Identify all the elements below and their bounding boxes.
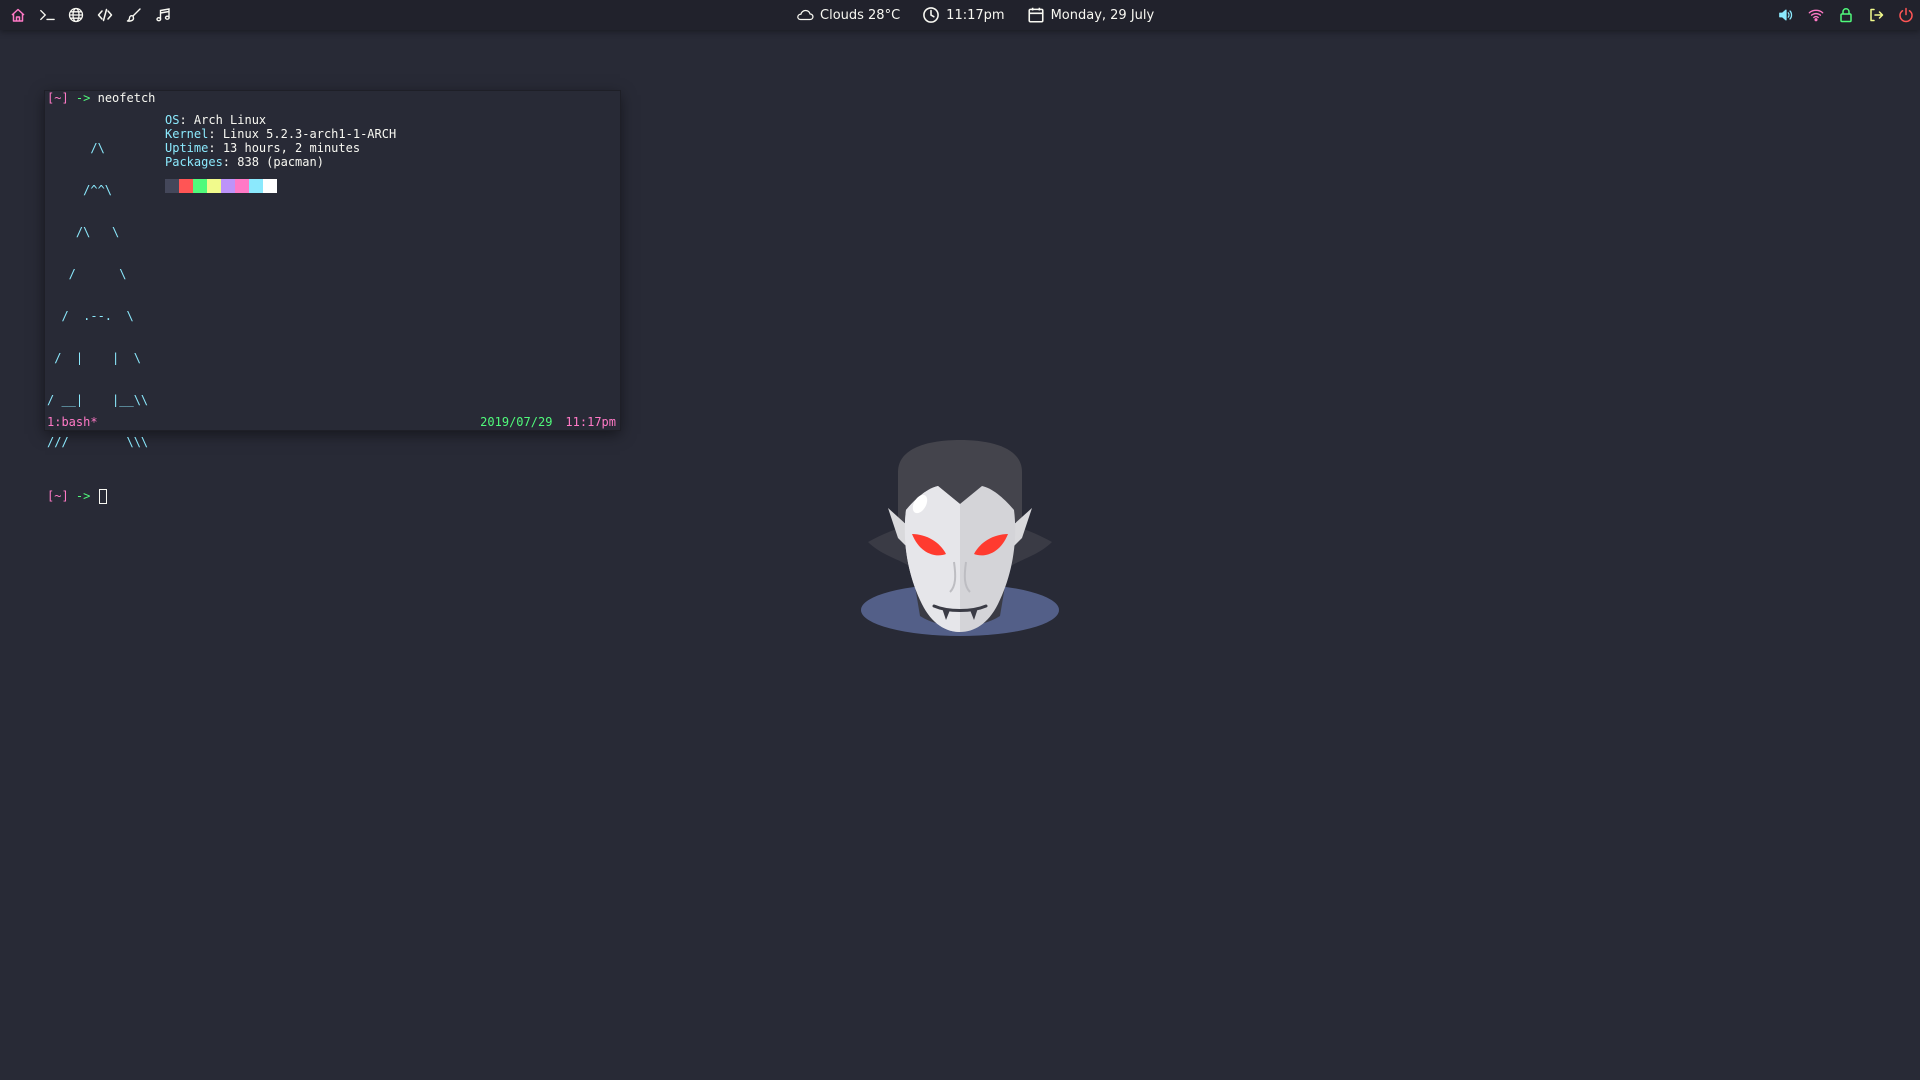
launcher-group: [6, 0, 174, 30]
cloud-icon: [797, 9, 814, 21]
info-value: 838 (pacman): [237, 155, 324, 169]
color-swatches: [165, 179, 396, 193]
logo-line: /\: [47, 141, 105, 155]
command-line: [~] -> neofetch: [47, 91, 618, 105]
color-swatch: [193, 179, 207, 193]
color-swatch: [235, 179, 249, 193]
clock-widget[interactable]: 11:17pm: [922, 6, 1005, 24]
logo-line: / .--. \: [47, 309, 134, 323]
code-button[interactable]: [93, 0, 116, 30]
prompt-dir: [~]: [47, 91, 69, 105]
info-key: Uptime: [165, 141, 209, 155]
info-key: Kernel: [165, 127, 209, 141]
code-icon: [97, 8, 112, 22]
weather-widget[interactable]: Clouds 28°C: [796, 6, 900, 24]
info-key: Packages: [165, 155, 223, 169]
info-key: OS: [165, 113, 180, 127]
brush-icon: [126, 8, 141, 22]
info-packages: Packages: 838 (pacman): [165, 155, 324, 169]
status-center: Clouds 28°C 11:17pm Monday, 29 July: [796, 0, 1154, 30]
status-date: 2019/07/29: [480, 415, 553, 429]
calendar-widget[interactable]: Monday, 29 July: [1027, 6, 1155, 24]
volume-button[interactable]: [1774, 0, 1798, 30]
logo-line: /// \\\: [47, 435, 149, 449]
clock-text: 11:17pm: [946, 7, 1005, 23]
color-swatch: [179, 179, 193, 193]
music-icon: [155, 8, 170, 22]
wifi-icon: [1808, 9, 1824, 22]
home-button[interactable]: [6, 0, 29, 30]
power-icon: [1899, 7, 1913, 23]
music-button[interactable]: [151, 0, 174, 30]
power-button[interactable]: [1894, 0, 1918, 30]
info-value: Arch Linux: [193, 113, 267, 127]
logo-line: /^^\: [47, 183, 113, 197]
browser-button[interactable]: [64, 0, 87, 30]
command-text: neofetch: [97, 91, 156, 105]
home-icon: [10, 8, 25, 22]
logo-line: / | | \: [47, 351, 141, 365]
color-swatch: [263, 179, 277, 193]
logout-button[interactable]: [1864, 0, 1888, 30]
prompt-arrow: ->: [75, 489, 91, 503]
logo-line: / \: [47, 267, 127, 281]
desktop: Clouds 28°C 11:17pm Monday, 29 July [~] …: [0, 0, 1920, 1080]
paint-button[interactable]: [122, 0, 145, 30]
color-swatch: [207, 179, 221, 193]
logout-icon: [1870, 8, 1884, 22]
status-time: 11:17pm: [565, 415, 616, 429]
volume-icon: [1779, 9, 1793, 21]
info-kernel: Kernel: Linux 5.2.3-arch1-1-ARCH: [165, 127, 397, 141]
lock-button[interactable]: [1834, 0, 1858, 30]
text-cursor: [98, 488, 107, 504]
terminal-icon: [39, 9, 55, 21]
info-value: Linux 5.2.3-arch1-1-ARCH: [222, 127, 397, 141]
tmux-window-tab[interactable]: 1:bash*: [47, 415, 98, 429]
tmux-status-bar: 1:bash* 2019/07/29 11:17pm: [47, 414, 616, 430]
system-tray: [1774, 0, 1918, 30]
info-uptime: Uptime: 13 hours, 2 minutes: [165, 141, 361, 155]
dracula-mascot: [861, 440, 1059, 636]
top-bar: Clouds 28°C 11:17pm Monday, 29 July: [0, 0, 1920, 30]
globe-icon: [68, 7, 83, 23]
terminal-output: [~] -> neofetch /\ /^^\ /\ \ / \ / .--. …: [47, 91, 618, 504]
weather-text: Clouds 28°C: [820, 7, 901, 23]
prompt-dir: [~]: [47, 489, 69, 503]
logo-line: / __| |__\\: [47, 393, 149, 407]
calendar-icon: [1028, 7, 1044, 23]
terminal-button[interactable]: [35, 0, 58, 30]
active-prompt[interactable]: [~] ->: [47, 488, 618, 504]
wifi-button[interactable]: [1804, 0, 1828, 30]
color-swatch: [165, 179, 179, 193]
color-swatch: [249, 179, 263, 193]
clock-icon: [923, 7, 940, 23]
color-swatch: [221, 179, 235, 193]
tmux-status-right: 2019/07/29 11:17pm: [480, 415, 616, 429]
lock-icon: [1840, 8, 1852, 23]
info-value: 13 hours, 2 minutes: [222, 141, 361, 155]
info-os: OS: Arch Linux: [165, 113, 267, 127]
terminal-window[interactable]: [~] -> neofetch /\ /^^\ /\ \ / \ / .--. …: [45, 91, 620, 504]
prompt-arrow: ->: [75, 91, 91, 105]
logo-line: /\ \: [47, 225, 120, 239]
date-text: Monday, 29 July: [1050, 7, 1155, 23]
